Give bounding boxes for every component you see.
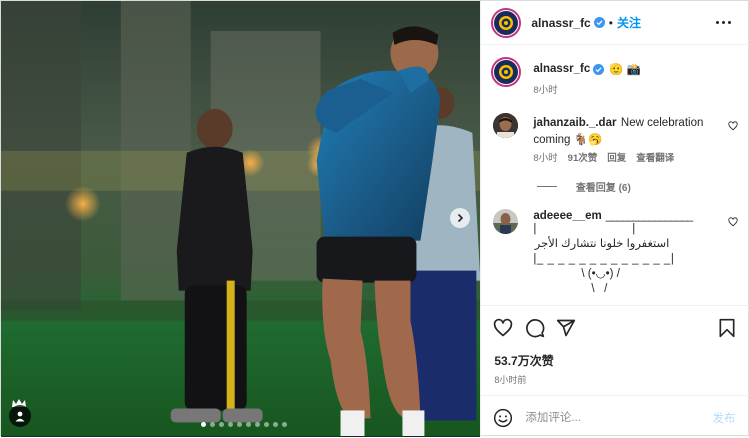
alnassr-crest-icon (499, 15, 514, 30)
post-dialog: alnassr_fc • 关注 alnassr_fc 🫡 📸 8小时 jahan… (0, 0, 749, 437)
slide-dot (255, 422, 260, 427)
slide-indicator (201, 422, 287, 427)
verified-badge-icon (593, 63, 605, 75)
comment-body: adeeee__em ________________ | | استغفروا… (533, 210, 723, 296)
tagged-users-button[interactable] (9, 405, 31, 427)
avatar[interactable] (491, 7, 522, 38)
slide-dot (201, 422, 206, 427)
translate-button[interactable]: 查看翻译 (636, 150, 674, 164)
comment-icon[interactable] (525, 318, 545, 338)
caption: alnassr_fc 🫡 📸 (533, 62, 641, 76)
post-header: alnassr_fc • 关注 (481, 1, 749, 45)
comment-text-line: \ (•◡•) / (581, 268, 620, 280)
comment-likes[interactable]: 91次赞 (568, 150, 598, 164)
comment-body: jahanzaib._.dar New celebration coming 🐐… (533, 114, 723, 148)
comment-username[interactable]: jahanzaib._.dar (533, 117, 616, 129)
post-comment-button[interactable]: 发布 (712, 410, 735, 426)
crown-icon (11, 395, 27, 407)
slide-dot (264, 422, 269, 427)
post-photo (1, 1, 481, 437)
divider (537, 186, 558, 188)
caption-text: 🫡 📸 (609, 64, 642, 76)
caption-username[interactable]: alnassr_fc (533, 63, 590, 75)
comments-list[interactable]: alnassr_fc 🫡 📸 8小时 jahanzaib._.dar New c… (481, 45, 749, 305)
chevron-right-icon (458, 213, 464, 223)
slide-dot (237, 422, 242, 427)
follow-button[interactable]: 关注 (617, 14, 641, 31)
share-icon[interactable] (556, 318, 576, 338)
comment-text-line: \ / (591, 283, 608, 295)
post-time: 8小时前 (494, 375, 527, 385)
person-icon (15, 411, 25, 422)
slide-dot (273, 422, 278, 427)
slide-dot (228, 422, 233, 427)
post-media[interactable] (1, 1, 481, 437)
slide-dot (210, 422, 215, 427)
commenter-avatar[interactable] (493, 209, 519, 234)
comment-text-line: ________________ (605, 210, 693, 222)
header-username[interactable]: alnassr_fc (531, 16, 590, 30)
comment-username[interactable]: adeeee__em (533, 210, 601, 222)
caption-time: 8小时 (533, 85, 558, 96)
comment-text-line: | | (533, 223, 636, 235)
likes-count[interactable]: 53.7万次赞 (494, 352, 553, 369)
emoji-icon[interactable] (493, 408, 513, 428)
bookmark-icon[interactable] (717, 318, 737, 338)
comment-meta: 8小时 91次赞 回复 查看翻译 (533, 150, 674, 164)
post-sidebar: alnassr_fc • 关注 alnassr_fc 🫡 📸 8小时 jahan… (480, 1, 749, 437)
comment-composer: 发布 (481, 395, 749, 438)
comment-like-icon[interactable] (728, 121, 738, 131)
action-bar: 53.7万次赞 8小时前 发布 (481, 305, 749, 437)
slide-dot (246, 422, 251, 427)
slide-dot (219, 422, 224, 427)
caption-avatar[interactable] (491, 57, 522, 87)
comment-like-icon[interactable] (728, 217, 738, 227)
slide-dot (282, 422, 287, 427)
comment-time: 8小时 (533, 153, 558, 164)
comment-input[interactable] (525, 408, 686, 428)
more-options-icon[interactable] (716, 21, 732, 24)
view-replies-button[interactable]: 查看回复 (6) (537, 178, 631, 196)
reply-button[interactable]: 回复 (607, 150, 626, 164)
comment-text-line: |_ _ _ _ _ _ _ _ _ _ _ _ _| (533, 253, 675, 265)
verified-badge-icon (593, 17, 605, 28)
commenter-avatar[interactable] (493, 113, 519, 138)
header-separator: • (608, 15, 613, 30)
comment-text-line: استغفروا خلونا نتشارك الأجر (534, 238, 670, 250)
heart-icon[interactable] (493, 318, 513, 338)
alnassr-crest-icon (499, 65, 514, 79)
